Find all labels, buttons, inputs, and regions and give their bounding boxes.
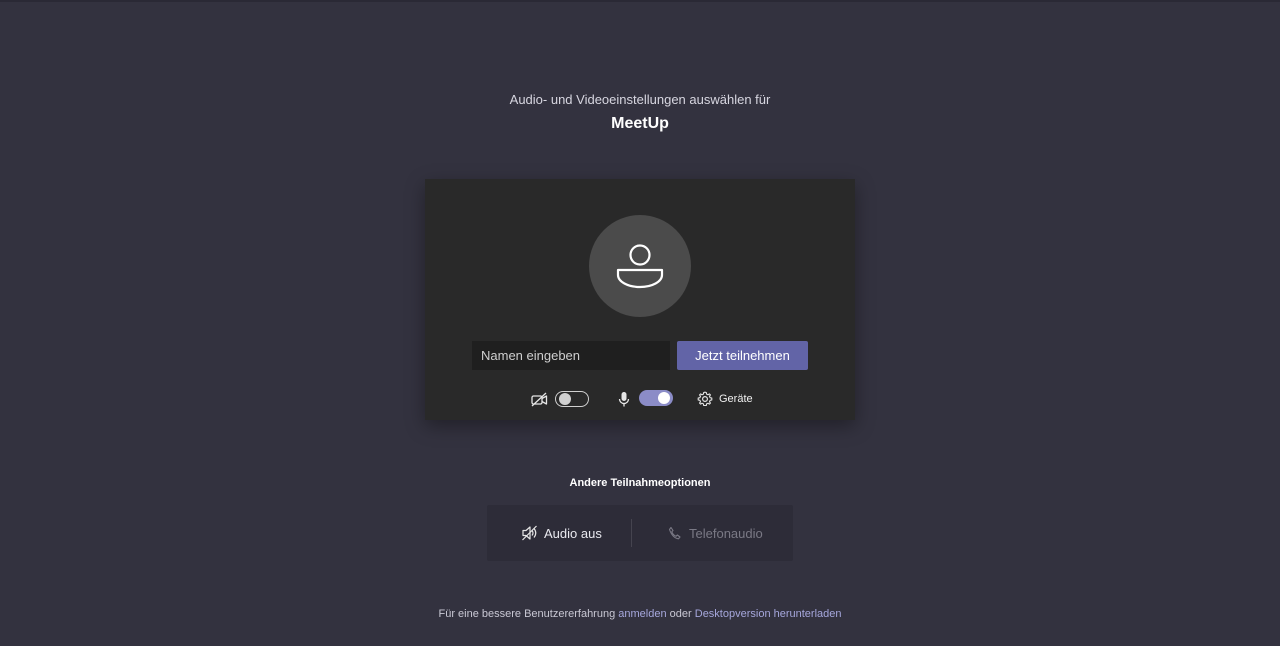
camera-toggle[interactable]	[555, 391, 589, 407]
microphone-toggle[interactable]	[639, 390, 673, 406]
toggle-knob	[658, 392, 670, 404]
join-now-button[interactable]: Jetzt teilnehmen	[677, 341, 808, 370]
gear-icon[interactable]	[697, 391, 713, 407]
toggle-knob	[559, 393, 571, 405]
prejoin-card: Jetzt teilnehmen Geräte	[425, 179, 855, 420]
footer-note: Für eine bessere Benutzererfahrung anmel…	[0, 608, 1280, 620]
audio-off-option[interactable]: Audio aus	[544, 526, 602, 541]
top-border	[0, 0, 1280, 2]
camera-off-icon	[531, 392, 548, 407]
desktop-download-link[interactable]: Desktopversion herunterladen	[695, 608, 842, 620]
page-subtitle: Audio- und Videoeinstellungen auswählen …	[509, 92, 771, 107]
media-controls: Geräte	[425, 388, 855, 412]
phone-icon	[668, 526, 681, 540]
speaker-off-icon[interactable]	[521, 525, 538, 541]
person-icon	[616, 244, 664, 289]
signin-link[interactable]: anmelden	[618, 608, 666, 620]
microphone-icon	[618, 392, 630, 407]
divider	[631, 519, 632, 547]
phone-audio-option: Telefonaudio	[689, 526, 763, 541]
name-input[interactable]	[472, 341, 670, 370]
other-options-panel: Audio aus Telefonaudio	[487, 505, 793, 561]
meeting-title: MeetUp	[611, 115, 669, 132]
avatar	[589, 215, 691, 317]
footer-prefix: Für eine bessere Benutzererfahrung	[438, 608, 616, 620]
other-options-title: Andere Teilnahmeoptionen	[569, 477, 711, 489]
footer-middle: oder	[669, 608, 692, 620]
devices-button-label[interactable]: Geräte	[719, 393, 753, 405]
